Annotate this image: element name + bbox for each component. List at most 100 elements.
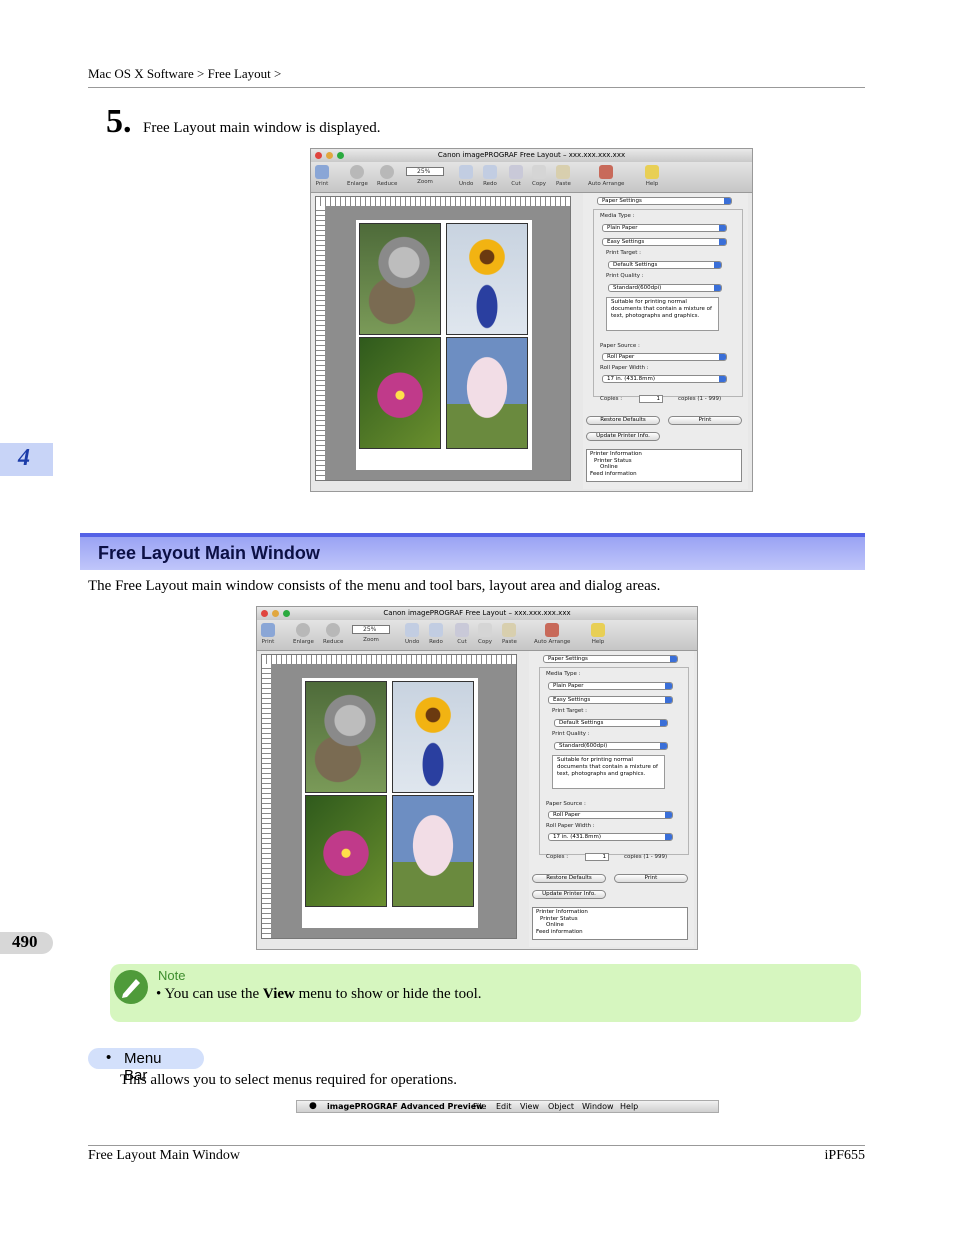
roll-width-label: Roll Paper Width : [546,823,595,829]
menu-help[interactable]: Help [620,1101,638,1112]
auto-arrange-tool[interactable]: Auto Arrange [534,623,570,645]
media-type-select[interactable]: Plain Paper [602,224,727,232]
copy-icon [532,165,546,179]
media-type-label: Media Type : [546,671,581,677]
menu-edit[interactable]: Edit [496,1101,512,1112]
koala-photo[interactable] [359,223,441,335]
paste-icon [502,623,517,637]
reduce-tool[interactable]: Reduce [377,165,397,187]
copies-label: Copies : [600,396,623,402]
purple-flower-photo[interactable] [359,337,441,449]
auto-arrange-tool[interactable]: Auto Arrange [588,165,624,187]
media-type-select[interactable]: Plain Paper [548,682,673,690]
print-target-select[interactable]: Default Settings [554,719,668,727]
zoom-tool[interactable]: 25% Zoom [352,625,390,643]
menu-object[interactable]: Object [548,1101,574,1112]
menu-app-name[interactable]: imagePROGRAF Advanced Preview [327,1101,484,1112]
paper-source-select[interactable]: Roll Paper [602,353,727,361]
sunflower-photo[interactable] [392,681,474,793]
print-quality-label: Print Quality : [606,273,644,279]
magnify-plus-icon [350,165,365,179]
footer-section-name: Free Layout Main Window [88,1148,240,1163]
menu-file[interactable]: File [473,1101,486,1112]
reduce-tool[interactable]: Reduce [323,623,343,645]
paste-icon [556,165,571,179]
restore-defaults-button[interactable]: Restore Defaults [532,874,606,883]
note-box: Note • You can use the View menu to show… [110,964,861,1022]
print-tool[interactable]: Print [261,623,275,645]
layout-paper [356,220,532,470]
horizontal-ruler [316,197,570,206]
print-target-select[interactable]: Default Settings [608,261,722,269]
menu-window[interactable]: Window [582,1101,614,1112]
enlarge-tool[interactable]: Enlarge [293,623,314,645]
menu-bar-description: This allows you to select menus required… [120,1072,458,1088]
print-target-label: Print Target : [606,250,642,256]
undo-tool[interactable]: Undo [405,623,419,645]
step-number: 5. [106,103,132,140]
close-icon[interactable] [315,152,322,159]
enlarge-tool[interactable]: Enlarge [347,165,368,187]
section-intro: The Free Layout main window consists of … [88,578,661,594]
apple-icon[interactable]: ● [309,1101,317,1112]
layout-area[interactable] [315,196,571,481]
info-line: Feed information [536,928,583,935]
blossom-tree-photo[interactable] [446,337,528,449]
copies-range: copies (1 - 999) [624,854,668,860]
print-tool[interactable]: Print [315,165,329,187]
pencil-note-icon [114,970,148,1004]
roll-width-select[interactable]: 17 in. (431.8mm) [548,833,673,841]
cut-tool[interactable]: Cut [455,623,469,645]
menu-view[interactable]: View [520,1101,539,1112]
update-printer-info-button[interactable]: Update Printer Info. [532,890,606,899]
screenshot-free-layout-1: Canon imagePROGRAF Free Layout – xxx.xxx… [310,148,753,492]
paste-tool[interactable]: Paste [502,623,517,645]
settings-mode-select[interactable]: Easy Settings [602,238,727,246]
copy-tool[interactable]: Copy [478,623,492,645]
zoom-select[interactable]: 25% [352,625,390,634]
restore-defaults-button[interactable]: Restore Defaults [586,416,660,425]
print-quality-select[interactable]: Standard(600dpi) [608,284,722,292]
minimize-icon[interactable] [326,152,333,159]
roll-width-select[interactable]: 17 in. (431.8mm) [602,375,727,383]
copy-tool[interactable]: Copy [532,165,546,187]
blossom-tree-photo[interactable] [392,795,474,907]
print-quality-label: Print Quality : [552,731,590,737]
footer-rule [88,1145,865,1146]
vertical-ruler [316,206,325,480]
paste-tool[interactable]: Paste [556,165,571,187]
settings-mode-select[interactable]: Easy Settings [548,696,673,704]
sunflower-photo[interactable] [446,223,528,335]
layout-area[interactable] [261,654,517,939]
zoom-select[interactable]: 25% [406,167,444,176]
redo-icon [429,623,443,637]
layout-paper [302,678,478,928]
copies-label: Copies : [546,854,569,860]
panel-select[interactable]: Paper Settings [543,655,678,663]
purple-flower-photo[interactable] [305,795,387,907]
zoom-window-icon[interactable] [337,152,344,159]
koala-photo[interactable] [305,681,387,793]
screenshot-free-layout-2: Canon imagePROGRAF Free Layout – xxx.xxx… [256,606,698,950]
dialog-area: Paper Settings Media Type : Plain Paper … [529,651,694,947]
print-button[interactable]: Print [668,416,742,425]
print-quality-select[interactable]: Standard(600dpi) [554,742,668,750]
redo-tool[interactable]: Redo [429,623,443,645]
note-title: Note [158,968,186,983]
minimize-icon[interactable] [272,610,279,617]
zoom-window-icon[interactable] [283,610,290,617]
copies-input[interactable]: 1 [639,395,663,403]
zoom-tool[interactable]: 25% Zoom [406,167,444,185]
panel-select[interactable]: Paper Settings [597,197,732,205]
printer-icon [315,165,329,179]
print-button[interactable]: Print [614,874,688,883]
redo-tool[interactable]: Redo [483,165,497,187]
update-printer-info-button[interactable]: Update Printer Info. [586,432,660,441]
copies-input[interactable]: 1 [585,853,609,861]
undo-tool[interactable]: Undo [459,165,473,187]
help-tool[interactable]: Help [591,623,605,645]
paper-source-select[interactable]: Roll Paper [548,811,673,819]
close-icon[interactable] [261,610,268,617]
help-tool[interactable]: Help [645,165,659,187]
cut-tool[interactable]: Cut [509,165,523,187]
